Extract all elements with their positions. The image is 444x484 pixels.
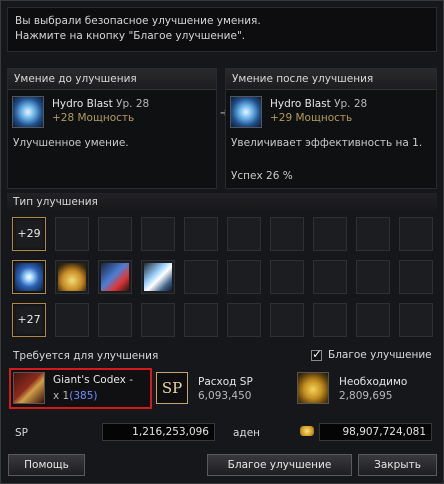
skill-before-name: Hydro Blast <box>52 98 113 110</box>
required-item-owned: (385) <box>69 390 98 402</box>
empty-slot <box>313 217 347 251</box>
empty-slot <box>55 217 89 251</box>
skill-after-level: Ур. 28 <box>334 98 368 110</box>
adena-icon <box>297 372 329 404</box>
empty-slot <box>227 260 261 294</box>
help-button[interactable]: Помощь <box>8 454 85 476</box>
hydro-blast-icon <box>230 96 262 128</box>
skill-after-name: Hydro Blast <box>270 98 331 110</box>
lightning-skill-icon <box>101 263 129 291</box>
potion-skill-icon <box>58 263 86 291</box>
blessed-upgrade-checkbox-label[interactable]: Благое улучшение <box>328 349 432 361</box>
required-item-count: x 1 <box>53 390 70 402</box>
empty-slot <box>356 217 390 251</box>
success-rate: Успех 26 % <box>231 170 293 182</box>
empty-slot <box>313 260 347 294</box>
skill-enchant-window: Вы выбрали безопасное улучшение умения. … <box>0 0 444 484</box>
empty-slot <box>313 303 347 337</box>
adena-required-label: Необходимо <box>339 376 408 388</box>
upgrade-slot-blade[interactable] <box>141 260 175 294</box>
skill-after-bonus: +29 Мощность <box>270 112 353 124</box>
empty-slot <box>356 303 390 337</box>
upgrade-slot-potion[interactable] <box>55 260 89 294</box>
skill-after-name-line: Hydro Blast Ур. 28 <box>270 98 367 110</box>
blade-skill-icon <box>144 263 172 291</box>
upgrade-slot-lightning[interactable] <box>98 260 132 294</box>
skill-after-panel: Умение после улучшения Hydro Blast Ур. 2… <box>225 68 437 189</box>
adena-total-value: 98,907,724,081 <box>319 423 432 441</box>
hydro-blast-icon <box>12 96 44 128</box>
upgrade-slot-top[interactable]: +29 <box>12 217 46 251</box>
info-message: Вы выбрали безопасное улучшение умения. … <box>7 7 437 52</box>
star-skill-icon <box>15 263 43 291</box>
empty-slot <box>98 303 132 337</box>
skill-after-header: Умение после улучшения <box>226 69 436 90</box>
required-item-name: Giant's Codex - <box>53 374 133 386</box>
skill-before-bonus: +28 Мощность <box>52 112 135 124</box>
sp-label: SP <box>15 427 28 439</box>
close-button[interactable]: Закрыть <box>358 454 437 476</box>
book-icon <box>13 372 45 404</box>
empty-slot <box>227 303 261 337</box>
empty-slot <box>399 303 433 337</box>
skill-before-panel: Умение до улучшения Hydro Blast Ур. 28 +… <box>7 68 217 189</box>
empty-slot <box>356 260 390 294</box>
blessed-upgrade-button[interactable]: Благое улучшение <box>207 454 352 476</box>
empty-slot <box>227 217 261 251</box>
adena-required-value: 2,809,695 <box>339 390 393 402</box>
sp-cost-value: 6,093,450 <box>198 390 252 402</box>
empty-slot <box>184 217 218 251</box>
empty-slot <box>141 303 175 337</box>
empty-slot <box>184 260 218 294</box>
upgrade-top-value: +29 <box>17 227 41 240</box>
sp-cost-label: Расход SP <box>198 376 253 388</box>
empty-slot <box>270 260 304 294</box>
upgrade-type-header: Тип улучшения <box>7 193 437 211</box>
required-item-quantity: x 1(385) <box>53 390 97 402</box>
empty-slot <box>270 303 304 337</box>
blessed-upgrade-checkbox[interactable] <box>311 347 322 361</box>
upgrade-slot-selected[interactable] <box>12 260 46 294</box>
empty-slot <box>98 217 132 251</box>
empty-slot <box>270 217 304 251</box>
info-message-line-2: Нажмите на кнопку "Благое улучшение". <box>15 30 246 42</box>
skill-after-description: Увеличивает эффективность на 1. <box>231 137 423 149</box>
sp-total-value: 1,216,253,096 <box>102 423 215 441</box>
adena-coin-icon <box>300 426 314 436</box>
upgrade-slot-bottom[interactable]: +27 <box>12 303 46 337</box>
skill-before-header: Умение до улучшения <box>8 69 216 90</box>
skill-before-name-line: Hydro Blast Ур. 28 <box>52 98 149 110</box>
empty-slot <box>399 260 433 294</box>
info-message-line-1: Вы выбрали безопасное улучшение умения. <box>15 15 261 27</box>
skill-before-level: Ур. 28 <box>116 98 150 110</box>
empty-slot <box>399 217 433 251</box>
sp-icon: SP <box>156 372 188 404</box>
empty-slot <box>184 303 218 337</box>
skill-before-description: Улучшенное умение. <box>13 137 129 149</box>
empty-slot <box>55 303 89 337</box>
upgrade-bottom-value: +27 <box>17 313 41 326</box>
required-item-slot[interactable]: Giant's Codex - x 1(385) <box>9 368 152 409</box>
empty-slot <box>141 217 175 251</box>
adena-label: аден <box>233 427 261 439</box>
